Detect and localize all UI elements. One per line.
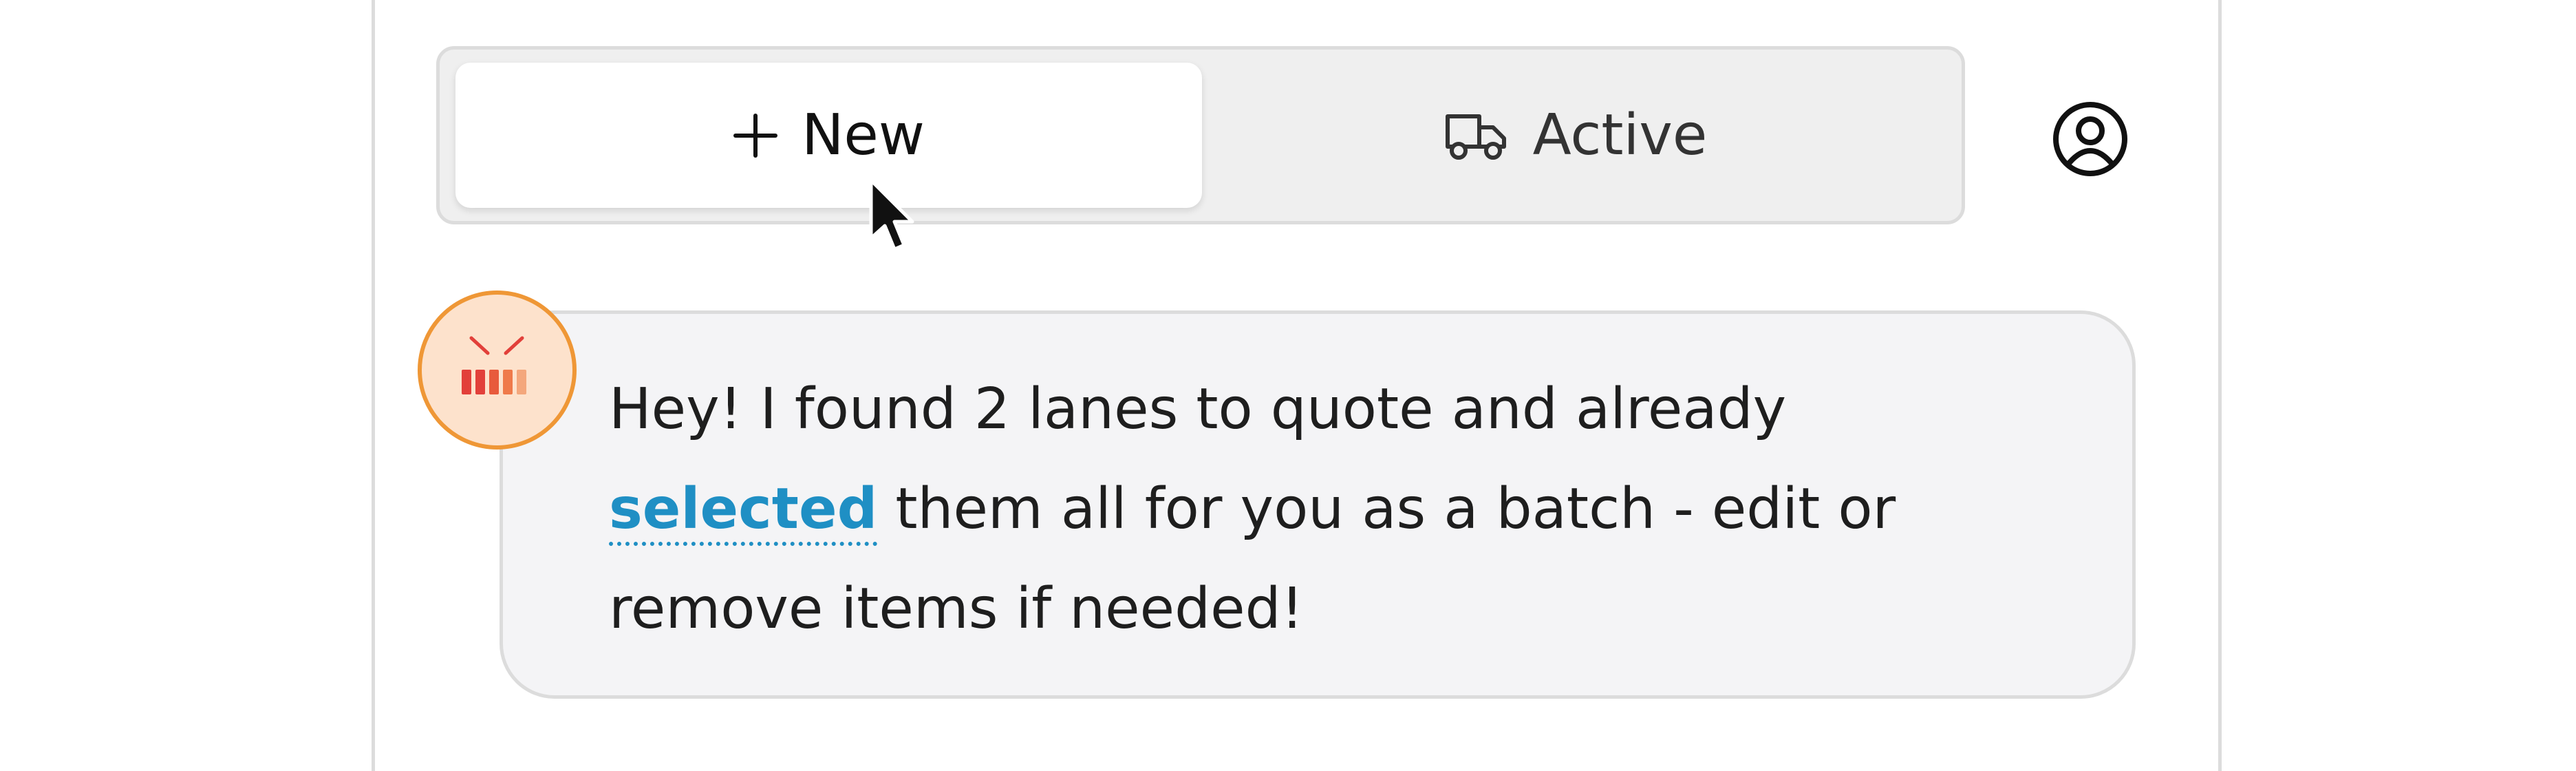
message-text-part1: Hey! I found 2 lanes to quote and alread…: [609, 377, 1787, 442]
tab-active-label: Active: [1532, 103, 1708, 168]
tab-new-label: New: [802, 103, 925, 168]
truck-icon: [1443, 108, 1510, 163]
plus-icon: [733, 113, 778, 158]
tab-new[interactable]: New: [455, 63, 1202, 208]
assistant-message-bubble: Hey! I found 2 lanes to quote and alread…: [500, 310, 2136, 699]
bot-logo-icon: [461, 336, 526, 394]
user-circle-icon: [2053, 102, 2127, 176]
bot-avatar: [418, 291, 577, 450]
mode-toggle: New Active: [436, 46, 1965, 224]
assistant-message-text: Hey! I found 2 lanes to quote and alread…: [609, 359, 2061, 659]
tab-active[interactable]: Active: [1202, 63, 1949, 208]
selected-link[interactable]: selected: [609, 476, 878, 546]
mouse-cursor-icon: [868, 178, 916, 255]
account-button[interactable]: [2052, 101, 2129, 178]
